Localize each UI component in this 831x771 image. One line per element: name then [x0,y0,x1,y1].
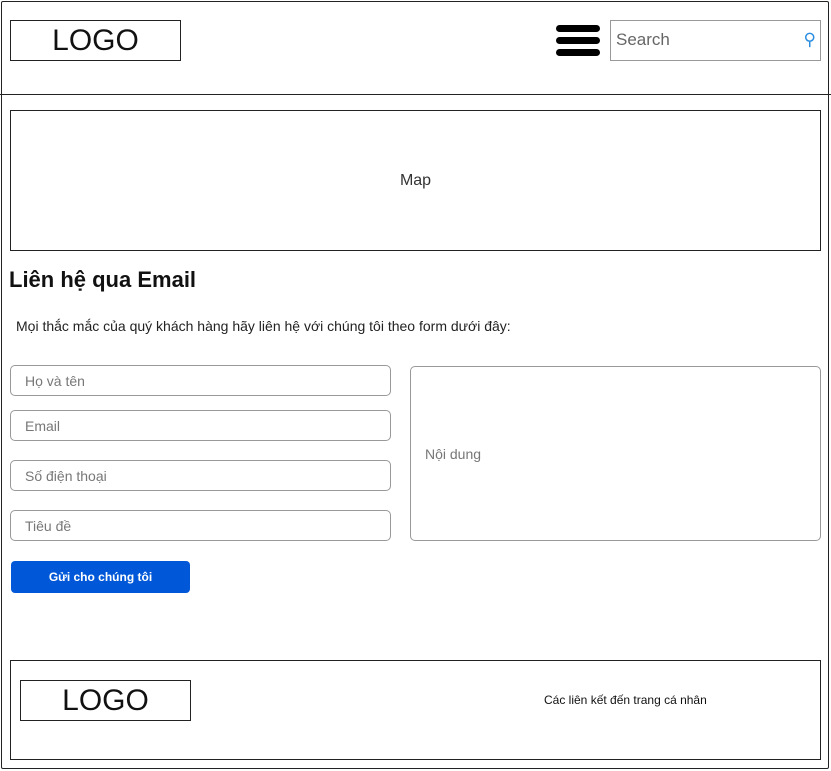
header-logo[interactable]: LOGO [10,20,181,61]
subject-field[interactable]: Tiêu đề [10,510,391,541]
search-placeholder: Search [616,30,670,49]
page-title: Liên hệ qua Email [9,267,197,292]
contact-description: Mọi thắc mắc của quý khách hàng hãy liên… [16,318,511,334]
map[interactable]: Map [10,110,821,251]
email-field[interactable]: Email [10,410,391,441]
hamburger-menu-icon[interactable] [556,25,600,57]
map-label: Map [399,171,432,189]
name-field[interactable]: Họ và tên [10,365,391,396]
search-icon[interactable]: ⚲ [804,30,816,50]
search-input[interactable]: Search ⚲ [610,20,821,61]
header-divider [0,94,831,95]
footer-social-links[interactable]: Các liên kết đến trang cá nhân [544,693,707,707]
footer-logo[interactable]: LOGO [20,680,191,721]
phone-field[interactable]: Số điện thoại [10,460,391,491]
submit-button[interactable]: Gửi cho chúng tôi [11,561,190,593]
content-textarea[interactable]: Nội dung [410,366,821,541]
content-placeholder: Nội dung [425,445,482,462]
